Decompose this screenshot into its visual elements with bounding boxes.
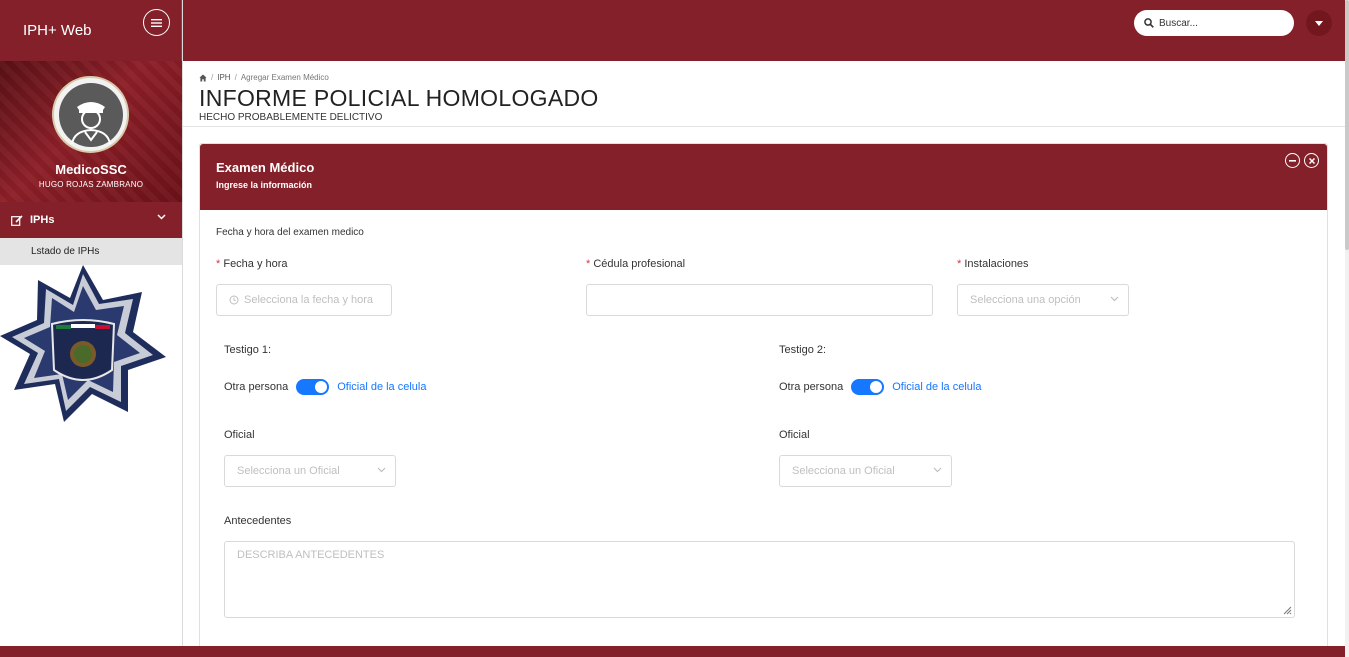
app-title[interactable]: IPH+ Web (23, 22, 92, 39)
testigo2-label: Testigo 2: (779, 344, 827, 356)
testigo2-oficial-placeholder: Selecciona un Oficial (792, 465, 895, 477)
testigo2-toggle[interactable] (851, 379, 885, 395)
close-icon (1308, 157, 1315, 164)
fecha-label: * Fecha y hora (216, 258, 288, 270)
testigo1-oficial-label: Oficial (224, 429, 255, 441)
testigo2-oficial-label: Oficial (779, 429, 810, 441)
avatar[interactable] (52, 76, 129, 153)
breadcrumb-separator: / (234, 73, 237, 82)
user-full-name: HUGO ROJAS ZAMBRANO (38, 180, 144, 189)
breadcrumb-separator: / (211, 73, 214, 82)
sidebar-group-label: IPHs (30, 214, 55, 226)
chevron-down-icon (157, 214, 166, 220)
testigo1-label: Testigo 1: (224, 344, 272, 356)
sidebar-group-iphs[interactable]: IPHs (0, 202, 182, 238)
search-icon (1144, 18, 1154, 28)
caret-down-icon (1315, 20, 1323, 26)
fecha-label-text: Fecha y hora (223, 258, 288, 270)
antecedentes-label: Antecedentes (224, 515, 292, 527)
testigo1-oficial-select[interactable]: Selecciona un Oficial (224, 455, 396, 487)
instalaciones-select[interactable]: Selecciona una opción (957, 284, 1129, 316)
instalaciones-label: * Instalaciones (957, 258, 1029, 270)
chevron-down-icon (1110, 296, 1119, 302)
instalaciones-label-text: Instalaciones (964, 258, 1029, 270)
breadcrumb-current: Agregar Examen Médico (240, 73, 329, 82)
resize-grip-icon[interactable] (1282, 605, 1292, 615)
cedula-label-text: Cédula profesional (593, 258, 686, 270)
edit-icon (11, 214, 23, 226)
top-bar (183, 0, 1345, 61)
card-header: Examen Médico Ingrese la información (200, 144, 1327, 210)
testigo1-switch-row: Otra persona Oficial de la celula (224, 379, 426, 395)
toggle-knob (315, 381, 328, 393)
section-label: Fecha y hora del examen medico (216, 227, 364, 238)
page-title: INFORME POLICIAL HOMOLOGADO (199, 85, 599, 111)
testigo1-switch-on-label: Oficial de la celula (337, 381, 427, 393)
clock-icon (229, 295, 239, 305)
user-panel: MedicoSSC HUGO ROJAS ZAMBRANO (0, 61, 182, 202)
minus-icon (1289, 159, 1296, 162)
testigo1-oficial-placeholder: Selecciona un Oficial (237, 465, 340, 477)
hamburger-icon (151, 18, 162, 27)
chevron-down-icon (933, 467, 942, 473)
sidebar-item-listado-iphs[interactable]: Lstado de IPHs (0, 238, 182, 265)
page-subtitle: HECHO PROBABLEMENTE DELICTIVO (199, 112, 383, 123)
fecha-input[interactable] (244, 294, 391, 306)
close-button[interactable] (1304, 153, 1319, 168)
card-subtitle: Ingrese la información (216, 180, 313, 190)
police-officer-icon (58, 82, 123, 147)
cedula-input[interactable] (599, 294, 932, 306)
fecha-picker[interactable] (216, 284, 392, 316)
antecedentes-placeholder: DESCRIBA ANTECEDENTES (237, 549, 385, 561)
toggle-knob (870, 381, 883, 393)
antecedentes-textarea[interactable]: DESCRIBA ANTECEDENTES (224, 541, 1295, 618)
sidebar: IPH+ Web MedicoSSC HUGO ROJAS ZAMBRANO I… (0, 0, 183, 657)
scrollbar-thumb[interactable] (1345, 0, 1349, 250)
instalaciones-placeholder: Selecciona una opción (970, 294, 1081, 306)
card-title: Examen Médico (216, 160, 315, 175)
testigo2-switch-off-label: Otra persona (779, 381, 844, 393)
testigo1-toggle[interactable] (296, 379, 330, 395)
testigo2-oficial-select[interactable]: Selecciona un Oficial (779, 455, 952, 487)
brand-bar: IPH+ Web (0, 0, 182, 61)
cedula-field[interactable] (586, 284, 933, 316)
header-divider (183, 126, 1345, 127)
police-star-emblem (0, 265, 166, 422)
breadcrumb: / IPH / Agregar Examen Médico (199, 73, 329, 82)
collapse-button[interactable] (1285, 153, 1300, 168)
bottom-bar (0, 646, 1345, 657)
search-box[interactable] (1134, 10, 1294, 36)
testigo1-switch-off-label: Otra persona (224, 381, 289, 393)
testigo2-switch-on-label: Oficial de la celula (892, 381, 982, 393)
exam-card: Examen Médico Ingrese la información Fec… (199, 143, 1328, 657)
breadcrumb-root[interactable]: IPH (217, 73, 230, 82)
menu-toggle-button[interactable] (143, 9, 170, 36)
home-icon[interactable] (199, 74, 207, 82)
sidebar-item-label: Lstado de IPHs (31, 246, 100, 257)
user-role: MedicoSSC (55, 162, 127, 177)
chevron-down-icon (377, 467, 386, 473)
search-input[interactable] (1159, 17, 1279, 29)
testigo2-switch-row: Otra persona Oficial de la celula (779, 379, 981, 395)
page-scrollbar[interactable] (1345, 0, 1349, 657)
user-menu-button[interactable] (1306, 10, 1332, 36)
cedula-label: * Cédula profesional (586, 258, 685, 270)
